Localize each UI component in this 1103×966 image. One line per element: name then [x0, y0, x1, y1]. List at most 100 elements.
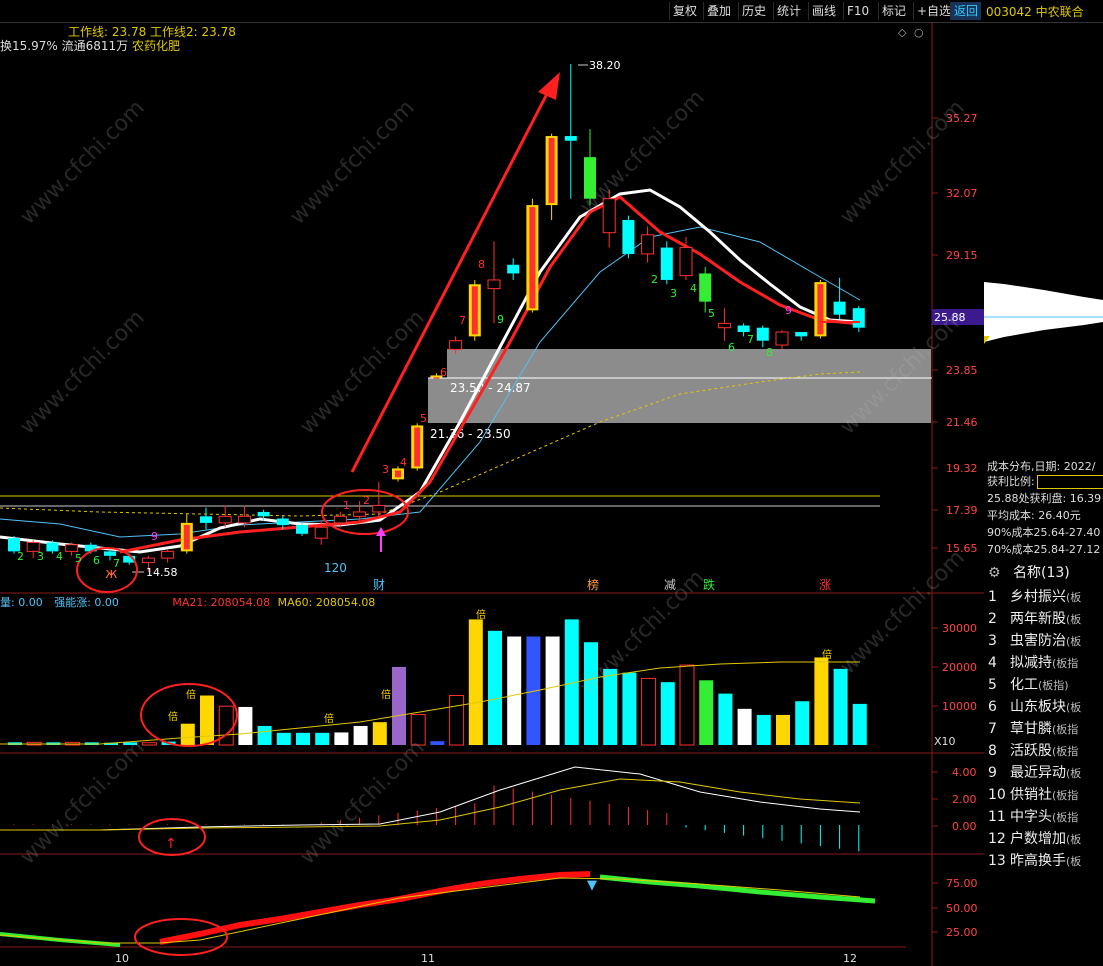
volume-bar: [679, 664, 695, 746]
event-mark[interactable]: 涨: [819, 577, 831, 592]
candle-body[interactable]: [449, 340, 463, 350]
candle-body[interactable]: [296, 525, 308, 534]
profit-ratio-bar: [1036, 475, 1103, 489]
sector-index: 5: [988, 677, 997, 693]
candle-core: [817, 284, 824, 335]
toolbar-button[interactable]: 叠加: [703, 2, 734, 20]
price-tick-label: 19.32: [946, 462, 978, 475]
candle-body[interactable]: [314, 526, 328, 539]
trend-arrow-head-icon: [538, 72, 560, 100]
volume-bar: [218, 705, 234, 746]
sector-name: 昨高换手: [1010, 853, 1066, 869]
candle-body[interactable]: [372, 504, 386, 513]
candle-body[interactable]: [622, 219, 635, 254]
macd-tick-label: 4.00: [952, 766, 977, 779]
toolbar-button[interactable]: 标记: [878, 2, 909, 20]
volume-bar: [276, 732, 291, 745]
profit-ratio-label: 获利比例:: [987, 475, 1035, 488]
candle-body[interactable]: [237, 515, 251, 524]
stock-chart[interactable]: 工作线: 23.78 工作线2: 23.78 换15.97% 流通6811万 农…: [0, 22, 984, 966]
candle-body[interactable]: [141, 557, 155, 564]
candle-body[interactable]: [257, 511, 270, 517]
sequence-number: 8: [766, 346, 773, 359]
candle-body[interactable]: [564, 136, 577, 141]
candle-body[interactable]: [161, 550, 175, 559]
candle-body[interactable]: [104, 551, 116, 556]
sector-item[interactable]: 10 供销社(板指: [988, 784, 1078, 804]
ma21-label: MA21: 208054.08: [172, 596, 270, 609]
sector-item[interactable]: 8 活跃股(板指: [988, 740, 1078, 760]
sector-item[interactable]: 2 两年新股(板: [988, 608, 1081, 628]
candle-body[interactable]: [487, 279, 501, 290]
diamond-icon[interactable]: ◇: [898, 26, 907, 39]
sector-item[interactable]: 13 昨高换手(板: [988, 850, 1081, 870]
candle-body[interactable]: [641, 234, 655, 255]
candle-body[interactable]: [775, 331, 789, 346]
volume-bar: [852, 703, 867, 745]
sequence-number: 3: [382, 463, 389, 476]
candle-body[interactable]: [660, 247, 673, 280]
sector-item[interactable]: 7 草甘膦(板指: [988, 718, 1078, 738]
volume-bar: [833, 668, 848, 745]
macd-yellow-line: [0, 778, 861, 831]
candle-body[interactable]: [276, 518, 289, 526]
candle-body[interactable]: [353, 511, 367, 517]
sequence-number: 6: [440, 366, 447, 379]
sequence-number: 4: [690, 282, 697, 295]
sector-item[interactable]: 4 拟减持(板指: [988, 652, 1078, 672]
candle-body[interactable]: [507, 264, 520, 274]
sector-tag: (板指: [1052, 657, 1079, 670]
candle-body[interactable]: [795, 332, 808, 337]
sector-item[interactable]: 9 最近异动(板: [988, 762, 1081, 782]
toolbar-button[interactable]: F10: [843, 2, 872, 20]
sector-header[interactable]: ⚙ 名称(13): [988, 562, 1070, 582]
xaxis-label-10: 10: [115, 952, 129, 965]
candle-body[interactable]: [333, 515, 347, 524]
toolbar-button[interactable]: 画线: [808, 2, 839, 20]
sector-tag: (板: [1066, 833, 1082, 846]
side-panel: 成本分布,日期: 2022/ 获利比例: 25.88处获利盘: 16.39 平均…: [984, 22, 1103, 966]
volume-bar: [776, 714, 790, 745]
candle-body[interactable]: [679, 247, 693, 277]
candle-body[interactable]: [218, 515, 232, 524]
volume-bar: [296, 732, 310, 745]
volume-bars: 倍倍倍倍倍倍: [8, 608, 867, 746]
sector-index: 2: [988, 611, 997, 627]
sector-tag: (板: [1066, 767, 1082, 780]
toolbar-button[interactable]: 复权: [669, 2, 700, 20]
sector-item[interactable]: 12 户数增加(板: [988, 828, 1081, 848]
sector-tag: (板: [1066, 613, 1082, 626]
volume-bar: [392, 666, 406, 745]
sector-item[interactable]: 3 虫害防治(板: [988, 630, 1081, 650]
candle-core: [395, 470, 401, 478]
candle-body[interactable]: [65, 544, 79, 552]
sector-item[interactable]: 5 化工(板指): [988, 674, 1069, 694]
event-mark[interactable]: 财: [373, 578, 385, 592]
candle-body[interactable]: [756, 327, 769, 341]
toolbar-button[interactable]: 统计: [773, 2, 804, 20]
sector-index: 12: [988, 831, 1006, 847]
toolbar-button[interactable]: 返回: [950, 2, 982, 20]
volume-unit: X10: [934, 735, 956, 748]
candle-body[interactable]: [200, 516, 212, 523]
sector-tag: (板指): [1038, 679, 1069, 692]
candle-body[interactable]: [852, 308, 865, 328]
event-mark[interactable]: 榜: [587, 577, 599, 592]
candle-body[interactable]: [699, 273, 712, 302]
toolbar-button[interactable]: +自选: [913, 2, 954, 20]
sequence-number: 4: [400, 456, 407, 469]
candle-body[interactable]: [833, 301, 846, 315]
sector-item[interactable]: 1 乡村振兴(板: [988, 586, 1081, 606]
circle-icon[interactable]: ○: [914, 26, 924, 39]
gear-icon[interactable]: ⚙: [988, 565, 1001, 581]
sector-item[interactable]: 6 山东板块(板: [988, 696, 1081, 716]
candle-body[interactable]: [717, 322, 731, 329]
sector-item[interactable]: 11 中字头(板指: [988, 806, 1078, 826]
sector-tag: (板: [1066, 635, 1082, 648]
toolbar-button[interactable]: 历史: [738, 2, 769, 20]
sector-tag: (板指: [1052, 811, 1079, 824]
info-line: 换15.97% 流通6811万 农药化肥: [0, 39, 180, 53]
candle-body[interactable]: [737, 325, 750, 333]
macd-tick-label: 2.00: [952, 793, 977, 806]
candle-core: [433, 377, 440, 379]
